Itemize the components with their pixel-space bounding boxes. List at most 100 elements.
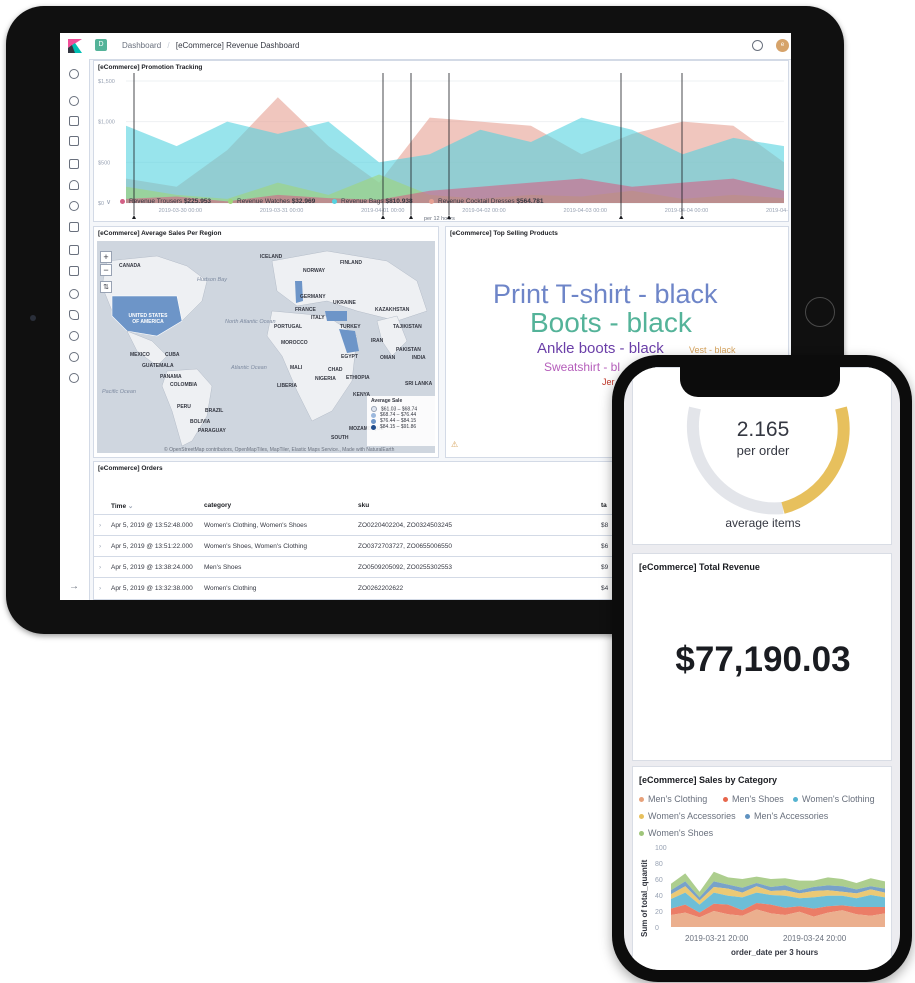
- legend-item-watches[interactable]: Revenue Watches $32.969: [228, 198, 315, 205]
- panel-title: [eCommerce] Total Revenue: [639, 562, 760, 572]
- visualize-icon[interactable]: [69, 116, 79, 126]
- legend-item[interactable]: Men's Clothing: [639, 794, 707, 804]
- help-icon[interactable]: [752, 40, 763, 51]
- promotion-tracking-panel: [eCommerce] Promotion Tracking $1,500 $1,…: [93, 60, 789, 222]
- x-axis-label: order_date per 3 hours: [731, 948, 819, 957]
- zoom-out-button[interactable]: −: [100, 264, 112, 276]
- map-label: GERMANY: [300, 294, 326, 300]
- warning-icon[interactable]: ⚠: [451, 440, 458, 449]
- word-cloud-word[interactable]: Sweatshirt - bl: [544, 360, 620, 374]
- legend-item[interactable]: Women's Clothing: [793, 794, 875, 804]
- fit-to-data-button[interactable]: ⇅: [100, 281, 112, 293]
- canvas-icon[interactable]: [69, 159, 79, 169]
- y-tick-label: 80: [655, 861, 663, 868]
- cell-taxful-price: $6: [601, 543, 609, 550]
- maps-icon[interactable]: [69, 180, 79, 190]
- y-tick-label: $1,000: [98, 120, 115, 126]
- map-label: UKRAINE: [333, 300, 356, 306]
- cell-taxful-price: $8: [601, 522, 609, 529]
- logs-icon[interactable]: [69, 245, 79, 255]
- column-header-category[interactable]: category: [204, 502, 231, 509]
- annotation-marker[interactable]: [619, 215, 623, 219]
- panel-title: [eCommerce] Sales by Category: [639, 775, 778, 785]
- apm-icon[interactable]: [69, 266, 79, 276]
- column-header-time[interactable]: Time ⌄: [111, 502, 133, 510]
- map-sea-label: North Atlantic Ocean: [225, 319, 276, 325]
- legend-item[interactable]: Women's Accessories: [639, 811, 736, 821]
- map-label: ICELAND: [260, 254, 283, 260]
- x-tick-label: 2019-03-30 00:00: [159, 208, 202, 214]
- x-tick-label: 2019-03-24 20:00: [783, 934, 847, 943]
- zoom-in-button[interactable]: +: [100, 251, 112, 263]
- map-label: PERU: [177, 404, 191, 410]
- expand-row-icon[interactable]: ›: [99, 522, 101, 529]
- map-label: PARAGUAY: [198, 428, 226, 434]
- annotation-marker[interactable]: [409, 215, 413, 219]
- breadcrumb-root[interactable]: Dashboard: [122, 41, 161, 50]
- annotation-marker[interactable]: [132, 215, 136, 219]
- map-label: TAJIKISTAN: [393, 324, 422, 330]
- tablet-home-button[interactable]: [805, 297, 835, 327]
- map-label: BRAZIL: [205, 408, 224, 414]
- cell-sku: ZO0509205092, ZO0255302553: [358, 564, 452, 571]
- legend-item-cocktail-dresses[interactable]: Revenue Cocktail Dresses $564.781: [429, 198, 544, 205]
- cell-category: Women's Shoes, Women's Clothing: [204, 543, 308, 550]
- cell-time: Apr 5, 2019 @ 13:52:48.000: [111, 522, 193, 529]
- cell-category: Men's Shoes: [204, 564, 242, 571]
- siem-icon[interactable]: [69, 310, 79, 320]
- x-tick-label: 2019-04-02 00:00: [462, 208, 505, 214]
- x-tick-label: 2019-04-05 00:00: [766, 208, 789, 214]
- legend-item[interactable]: Women's Shoes: [639, 828, 713, 838]
- word-cloud-word[interactable]: Jer: [602, 377, 615, 387]
- word-cloud-word[interactable]: Print T-shirt - black: [493, 279, 718, 310]
- clock-icon[interactable]: [69, 69, 79, 79]
- x-tick-label: 2019-04-03 00:00: [564, 208, 607, 214]
- annotation-marker[interactable]: [381, 215, 385, 219]
- word-cloud-word[interactable]: Boots - black: [530, 307, 692, 339]
- cell-category: Women's Clothing: [204, 585, 257, 592]
- map-label: LIBERIA: [277, 383, 297, 389]
- legend-item[interactable]: Men's Accessories: [745, 811, 828, 821]
- uptime-icon[interactable]: [69, 289, 79, 299]
- kibana-logo-icon[interactable]: [68, 39, 82, 53]
- map-label: CUBA: [165, 352, 180, 358]
- compass-icon[interactable]: [69, 96, 79, 106]
- legend-item-bags[interactable]: Revenue Bags $810.938: [332, 198, 413, 205]
- map-sea-label: Hudson Bay: [197, 277, 227, 283]
- ml-icon[interactable]: [69, 201, 79, 211]
- cell-time: Apr 5, 2019 @ 13:38:24.000: [111, 564, 193, 571]
- expand-row-icon[interactable]: ›: [99, 543, 101, 550]
- phone-notch: [680, 367, 840, 397]
- infra-icon[interactable]: [69, 222, 79, 232]
- word-cloud-word[interactable]: Ankle boots - black: [537, 340, 664, 357]
- legend-item-trousers[interactable]: Revenue Trousers $225.953: [120, 198, 211, 205]
- map-label: SRI LANKA: [405, 381, 433, 387]
- legend-toggle-icon[interactable]: ∨: [106, 198, 111, 206]
- expand-row-icon[interactable]: ›: [99, 585, 101, 592]
- map-panel: [eCommerce] Average Sales Per Region + −…: [93, 226, 439, 458]
- column-header-taxful-price[interactable]: ta: [601, 502, 607, 509]
- space-avatar[interactable]: D: [95, 39, 107, 51]
- map-label: ITALY: [311, 315, 325, 321]
- column-header-sku[interactable]: sku: [358, 502, 369, 509]
- x-tick-label: 2019-04-04 00:00: [665, 208, 708, 214]
- map-label: UNITED STATES OF AMERICA: [128, 313, 168, 325]
- expand-row-icon[interactable]: ›: [99, 564, 101, 571]
- side-nav: →: [60, 59, 90, 600]
- map-label: SOUTH: [331, 435, 349, 441]
- y-tick-label: 0: [655, 925, 659, 932]
- word-cloud-word[interactable]: Vest - black: [689, 345, 736, 355]
- user-avatar[interactable]: e: [776, 39, 789, 52]
- legend-item[interactable]: Men's Shoes: [723, 794, 784, 804]
- devtools-icon[interactable]: [69, 331, 79, 341]
- cell-sku: ZO0372703727, ZO0655006550: [358, 543, 452, 550]
- cell-sku: ZO0262202622: [358, 585, 404, 592]
- map-canvas[interactable]: + − ⇅ CANADA ICELAND FINLAND NORWAY GERM…: [97, 241, 435, 453]
- annotation-marker[interactable]: [680, 215, 684, 219]
- map-label: TURKEY: [340, 324, 361, 330]
- arrow-right-icon[interactable]: →: [69, 581, 79, 592]
- management-icon[interactable]: [69, 373, 79, 383]
- dashboard-icon[interactable]: [69, 136, 79, 146]
- map-attribution[interactable]: © OpenStreetMap contributors, OpenMapTil…: [164, 447, 394, 453]
- monitoring-icon[interactable]: [69, 352, 79, 362]
